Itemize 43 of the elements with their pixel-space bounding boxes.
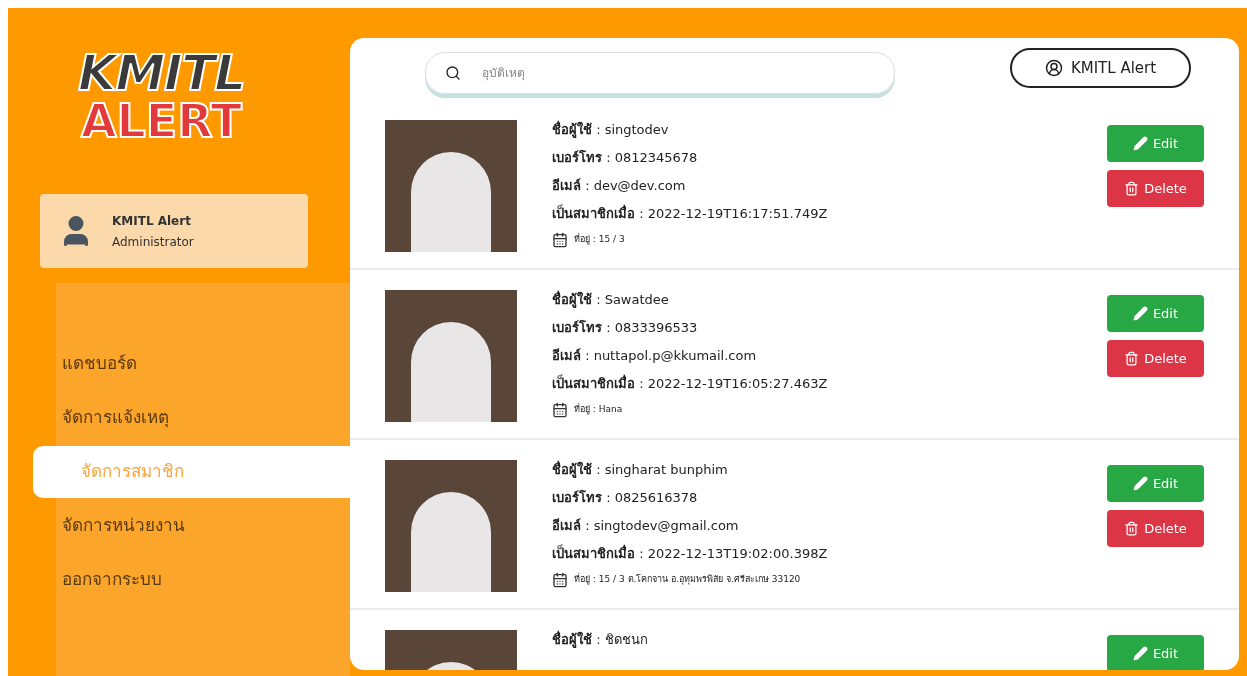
- member-detail: ชื่อผู้ใช้ : Sawatdee: [552, 290, 670, 309]
- search-icon: [445, 65, 461, 81]
- delete-button[interactable]: Delete: [1107, 170, 1204, 207]
- menu-item[interactable]: จัดการแจ้งเหตุ: [56, 392, 350, 444]
- member-detail: ชื่อผู้ใช้ : singharat bunphim: [552, 460, 729, 479]
- delete-button[interactable]: Delete: [1107, 340, 1204, 377]
- member-detail: ชื่อผู้ใช้ : ชิดชนก: [552, 630, 649, 649]
- account-button[interactable]: KMITL Alert: [1010, 48, 1191, 88]
- pencil-icon: [1132, 306, 1148, 321]
- menu-item[interactable]: จัดการหน่วยงาน: [56, 500, 350, 552]
- calendar-icon: [552, 572, 568, 588]
- edit-button[interactable]: Edit: [1107, 465, 1204, 502]
- calendar-icon: [552, 232, 568, 248]
- trash-icon: [1124, 351, 1140, 366]
- member-detail: เป็นสมาชิกเมื่อ : 2022-12-19T16:05:27.463Z: [552, 374, 829, 393]
- member-detail: อีเมล์ : dev@dev.com: [552, 177, 687, 195]
- member-detail: เป็นสมาชิกเมื่อ : 2022-12-19T16:17:51.749Z: [552, 204, 829, 223]
- edit-button[interactable]: Edit: [1107, 295, 1204, 332]
- member-address: ที่อยู่ : Hana: [574, 403, 623, 417]
- member-detail: เป็นสมาชิกเมื่อ : 2022-12-13T19:02:00.398Z: [552, 544, 829, 563]
- calendar-icon: [552, 402, 568, 418]
- user-name: KMITL Alert: [112, 212, 192, 230]
- member-detail: ชื่อผู้ใช้ : singtodev: [552, 120, 670, 139]
- app-logo: KMITL ALERT: [78, 48, 245, 144]
- delete-button[interactable]: Delete: [1107, 510, 1204, 547]
- menu-item[interactable]: แดชบอร์ด: [56, 338, 350, 390]
- pencil-icon: [1132, 136, 1148, 151]
- member-address: ที่อยู่ : 15 / 3 ต.โคกจาน อ.อุทุมพรพิสัย จ.ศรีสะเกษ 33120: [574, 573, 801, 587]
- menu-item[interactable]: ออกจากระบบ: [56, 554, 350, 606]
- pencil-icon: [1132, 476, 1148, 491]
- edit-button[interactable]: Edit: [1107, 125, 1204, 162]
- trash-icon: [1124, 521, 1140, 536]
- member-detail: เบอร์โทร : 0812345678: [552, 149, 699, 167]
- pencil-icon: [1132, 646, 1148, 661]
- member-detail: อีเมล์ : singtodev@gmail.com: [552, 517, 740, 535]
- member-detail: อีเมล์ : nuttapol.p@kkumail.com: [552, 347, 758, 365]
- edit-button[interactable]: Edit: [1107, 635, 1204, 670]
- member-detail: เบอร์โทร : 0833396533: [552, 319, 699, 337]
- member-detail: เบอร์โทร : 0825616378: [552, 489, 699, 507]
- member-address: ที่อยู่ : 15 / 3: [574, 233, 625, 247]
- user-role: Administrator: [112, 233, 194, 251]
- trash-icon: [1124, 181, 1140, 196]
- account-icon: [1044, 59, 1063, 77]
